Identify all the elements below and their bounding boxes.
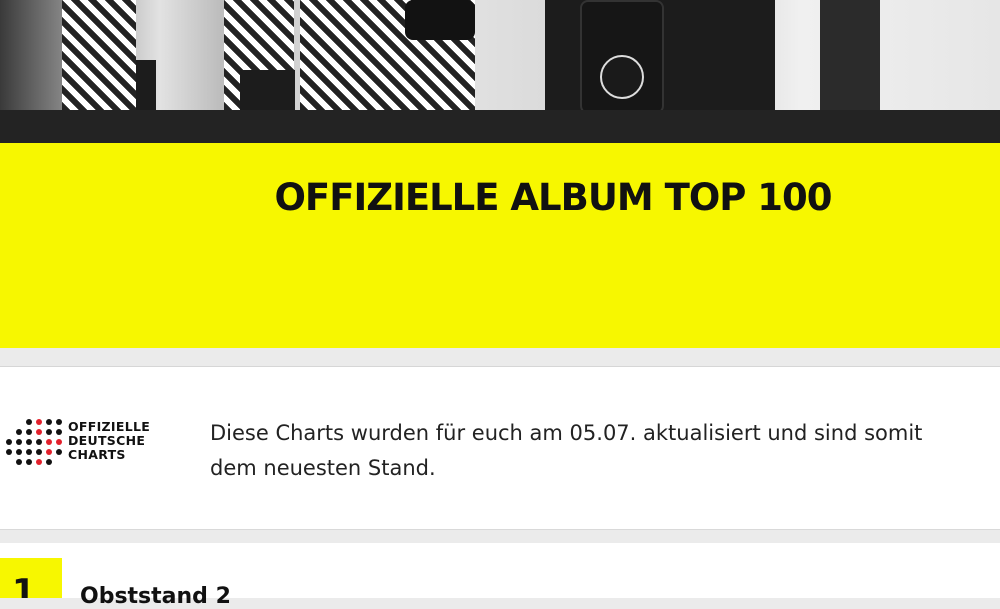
rank-number: 1 bbox=[12, 572, 36, 598]
hero-bag-left bbox=[405, 0, 475, 40]
info-box: OFFIZIELLE DEUTSCHE CHARTS Diese Charts … bbox=[0, 367, 1000, 530]
dot-matrix-logo-icon bbox=[6, 419, 70, 479]
update-notice: Diese Charts wurden für euch am 05.07. a… bbox=[210, 416, 1000, 486]
hero-shadow-bar bbox=[0, 110, 1000, 143]
update-notice-line-1: Diese Charts wurden für euch am 05.07. a… bbox=[210, 421, 923, 445]
hero-person-left-arm bbox=[136, 60, 156, 110]
hero-person-right-arm bbox=[820, 0, 880, 110]
hero-person-center-arm bbox=[240, 70, 295, 110]
rank-badge: 1 bbox=[0, 558, 62, 598]
page-title: OFFIZIELLE ALBUM TOP 100 bbox=[274, 176, 832, 219]
hero-bag-emblem bbox=[600, 55, 644, 99]
hero-person-left-sleeve bbox=[62, 0, 136, 110]
chart-banner bbox=[0, 143, 1000, 348]
update-notice-line-2: dem neuesten Stand. bbox=[210, 456, 436, 480]
hero-image bbox=[0, 0, 1000, 110]
logo-line-2: DEUTSCHE bbox=[68, 433, 146, 448]
logo-line-1: OFFIZIELLE bbox=[68, 419, 151, 434]
logo-line-3: CHARTS bbox=[68, 447, 126, 462]
offizielle-deutsche-charts-logo[interactable]: OFFIZIELLE DEUTSCHE CHARTS bbox=[6, 419, 176, 479]
entry-title[interactable]: Obststand 2 bbox=[80, 584, 231, 609]
